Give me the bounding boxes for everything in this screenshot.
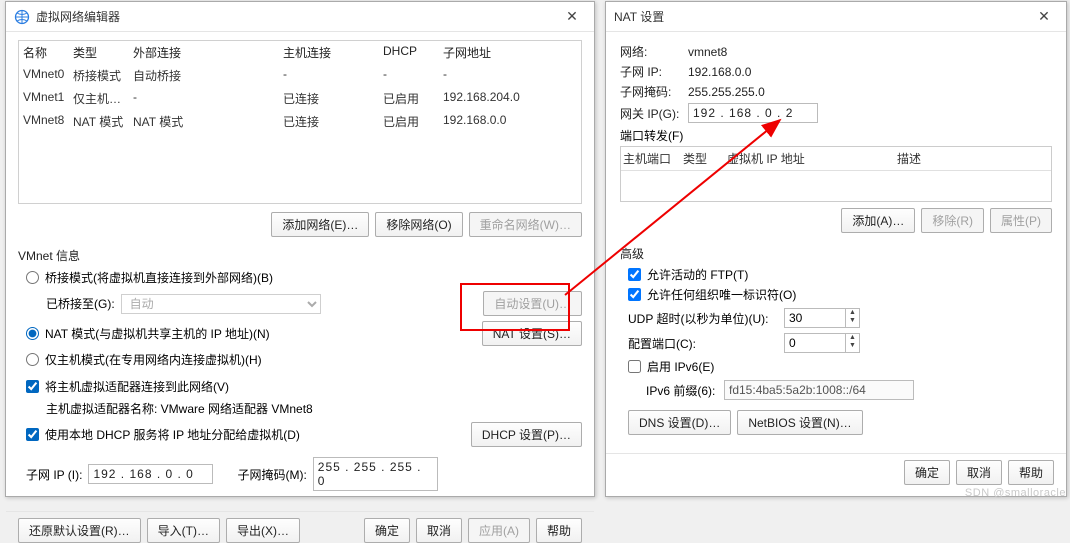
ok-button[interactable]: 确定 bbox=[364, 518, 410, 543]
vne-titlebar: 虚拟网络编辑器 ✕ bbox=[6, 2, 594, 32]
col-vm-ip[interactable]: 虚拟机 IP 地址 bbox=[727, 150, 897, 167]
globe-icon bbox=[14, 9, 30, 25]
chevron-up-icon[interactable]: ▲ bbox=[846, 334, 859, 342]
table-row[interactable]: VMnet0 桥接模式 自动桥接 - - - bbox=[19, 64, 581, 87]
rename-network-button: 重命名网络(W)… bbox=[469, 212, 582, 237]
enable-ipv6-checkbox[interactable] bbox=[628, 360, 641, 373]
pf-properties-button: 属性(P) bbox=[990, 208, 1052, 233]
import-button[interactable]: 导入(T)… bbox=[147, 518, 220, 543]
port-forward-table: 主机端口 类型 虚拟机 IP 地址 描述 bbox=[620, 146, 1052, 202]
watermark: SDN @smalloracle bbox=[965, 487, 1066, 499]
nat-settings-dialog: NAT 设置 ✕ 网络: vmnet8 子网 IP: 192.168.0.0 子网掩… bbox=[605, 1, 1067, 497]
chevron-down-icon[interactable]: ▼ bbox=[846, 317, 859, 325]
connect-adapter-label: 将主机虚拟适配器连接到此网络(V) bbox=[45, 378, 229, 395]
add-network-button[interactable]: 添加网络(E)… bbox=[271, 212, 369, 237]
table-header: 名称 类型 外部连接 主机连接 DHCP 子网地址 bbox=[19, 41, 581, 64]
chevron-down-icon[interactable]: ▼ bbox=[846, 342, 859, 350]
cancel-button[interactable]: 取消 bbox=[956, 460, 1002, 485]
subnet-mask-field[interactable]: 255 . 255 . 255 . 0 bbox=[313, 457, 438, 491]
udp-timeout-spinner[interactable]: ▲▼ bbox=[784, 308, 860, 328]
enable-ipv6-label: 启用 IPv6(E) bbox=[647, 358, 714, 375]
hostonly-radio[interactable] bbox=[26, 353, 39, 366]
pf-add-button[interactable]: 添加(A)… bbox=[841, 208, 915, 233]
nat-radio-label: NAT 模式(与虚拟机共享主机的 IP 地址)(N) bbox=[45, 325, 270, 342]
pf-remove-button: 移除(R) bbox=[921, 208, 984, 233]
use-dhcp-checkbox[interactable] bbox=[26, 428, 39, 441]
vne-title: 虚拟网络编辑器 bbox=[36, 8, 558, 25]
auto-settings-button: 自动设置(U)… bbox=[483, 291, 582, 316]
col-ext[interactable]: 外部连接 bbox=[129, 41, 279, 64]
col-type[interactable]: 类型 bbox=[69, 41, 129, 64]
config-port-input[interactable] bbox=[785, 334, 845, 352]
udp-timeout-label: UDP 超时(以秒为单位)(U): bbox=[628, 310, 778, 327]
config-port-spinner[interactable]: ▲▼ bbox=[784, 333, 860, 353]
hostonly-radio-label: 仅主机模式(在专用网络内连接虚拟机)(H) bbox=[45, 351, 262, 368]
col-sub[interactable]: 子网地址 bbox=[439, 41, 581, 64]
allow-org-checkbox[interactable] bbox=[628, 288, 641, 301]
table-row[interactable]: VMnet1 仅主机… - 已连接 已启用 192.168.204.0 bbox=[19, 87, 581, 110]
cancel-button[interactable]: 取消 bbox=[416, 518, 462, 543]
allow-org-label: 允许任何组织唯一标识符(O) bbox=[647, 286, 796, 303]
close-icon[interactable]: ✕ bbox=[558, 8, 586, 25]
nat-titlebar: NAT 设置 ✕ bbox=[606, 2, 1066, 32]
chevron-up-icon[interactable]: ▲ bbox=[846, 309, 859, 317]
netbios-settings-button[interactable]: NetBIOS 设置(N)… bbox=[737, 410, 862, 435]
close-icon[interactable]: ✕ bbox=[1030, 8, 1058, 25]
bridge-to-label: 已桥接至(G): bbox=[46, 295, 115, 312]
table-row[interactable]: VMnet8 NAT 模式 NAT 模式 已连接 已启用 192.168.0.0 bbox=[19, 110, 581, 133]
ipv6-prefix-input bbox=[724, 380, 914, 400]
ipv6-prefix-label: IPv6 前缀(6): bbox=[628, 382, 718, 399]
bridge-radio[interactable] bbox=[26, 271, 39, 284]
col-desc[interactable]: 描述 bbox=[897, 150, 1049, 167]
allow-ftp-label: 允许活动的 FTP(T) bbox=[647, 266, 748, 283]
ok-button[interactable]: 确定 bbox=[904, 460, 950, 485]
export-button[interactable]: 导出(X)… bbox=[226, 518, 300, 543]
vmnet-info-label: VMnet 信息 bbox=[18, 247, 582, 264]
remove-network-button[interactable]: 移除网络(O) bbox=[375, 212, 462, 237]
network-value: vmnet8 bbox=[688, 45, 727, 59]
allow-ftp-checkbox[interactable] bbox=[628, 268, 641, 281]
gateway-ip-field[interactable]: 192 . 168 . 0 . 2 bbox=[688, 103, 818, 123]
restore-defaults-button[interactable]: 还原默认设置(R)… bbox=[18, 518, 141, 543]
nat-title: NAT 设置 bbox=[614, 8, 1030, 25]
network-label: 网络: bbox=[620, 43, 684, 60]
dns-settings-button[interactable]: DNS 设置(D)… bbox=[628, 410, 731, 435]
col-host-port[interactable]: 主机端口 bbox=[623, 150, 683, 167]
apply-button: 应用(A) bbox=[468, 518, 530, 543]
col-dhcp[interactable]: DHCP bbox=[379, 41, 439, 64]
table-body: VMnet0 桥接模式 自动桥接 - - - VMnet1 仅主机… - 已连接… bbox=[19, 64, 581, 203]
col-host[interactable]: 主机连接 bbox=[279, 41, 379, 64]
subnet-ip-value: 192.168.0.0 bbox=[688, 65, 751, 79]
config-port-label: 配置端口(C): bbox=[628, 335, 778, 352]
use-dhcp-label: 使用本地 DHCP 服务将 IP 地址分配给虚拟机(D) bbox=[45, 426, 300, 443]
adapter-name-label: 主机虚拟适配器名称: VMware 网络适配器 VMnet8 bbox=[46, 400, 313, 417]
gateway-ip-label: 网关 IP(G): bbox=[620, 105, 684, 122]
dhcp-settings-button[interactable]: DHCP 设置(P)… bbox=[471, 422, 582, 447]
subnet-mask-label: 子网掩码: bbox=[620, 83, 684, 100]
port-forward-label: 端口转发(F) bbox=[620, 127, 1052, 144]
subnet-ip-label: 子网 IP (I): bbox=[26, 466, 82, 483]
col-type[interactable]: 类型 bbox=[683, 150, 727, 167]
advanced-label: 高级 bbox=[620, 245, 1052, 262]
subnet-mask-label: 子网掩码(M): bbox=[237, 466, 306, 483]
connect-adapter-checkbox[interactable] bbox=[26, 380, 39, 393]
bridge-radio-label: 桥接模式(将虚拟机直接连接到外部网络)(B) bbox=[45, 269, 273, 286]
virtual-network-editor-dialog: 虚拟网络编辑器 ✕ 名称 类型 外部连接 主机连接 DHCP 子网地址 VMne… bbox=[5, 1, 595, 497]
subnet-ip-field[interactable]: 192 . 168 . 0 . 0 bbox=[88, 464, 213, 484]
subnet-mask-value: 255.255.255.0 bbox=[688, 85, 765, 99]
bridge-select: 自动 bbox=[121, 294, 321, 314]
nat-radio[interactable] bbox=[26, 327, 39, 340]
udp-timeout-input[interactable] bbox=[785, 309, 845, 327]
help-button[interactable]: 帮助 bbox=[1008, 460, 1054, 485]
vmnet-table: 名称 类型 外部连接 主机连接 DHCP 子网地址 VMnet0 桥接模式 自动… bbox=[18, 40, 582, 204]
nat-settings-button[interactable]: NAT 设置(S)… bbox=[482, 321, 582, 346]
subnet-ip-label: 子网 IP: bbox=[620, 63, 684, 80]
help-button[interactable]: 帮助 bbox=[536, 518, 582, 543]
col-name[interactable]: 名称 bbox=[19, 41, 69, 64]
